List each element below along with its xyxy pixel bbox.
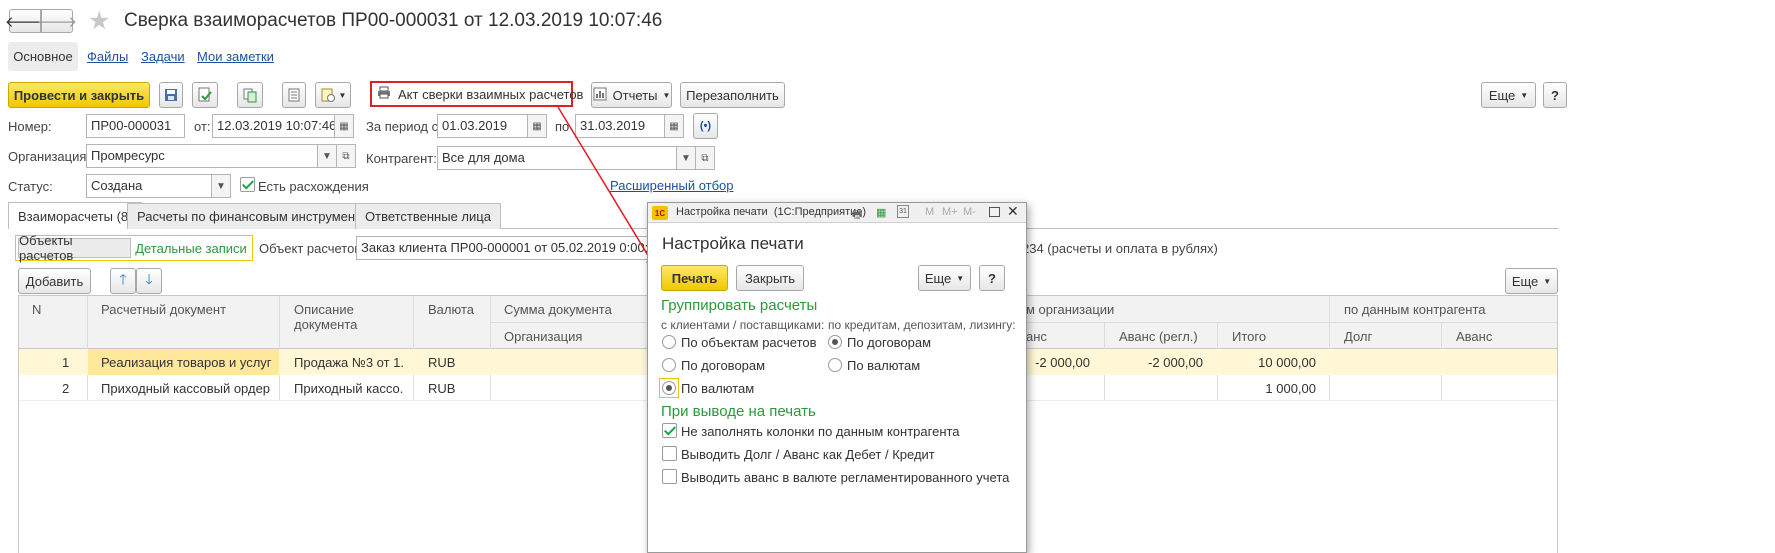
- dialog-more-button[interactable]: Еще ▼: [918, 265, 971, 291]
- group-heading: Группировать расчеты: [661, 297, 818, 314]
- radio-by-contracts-label: По договорам: [681, 358, 766, 373]
- radio-by-currencies[interactable]: [662, 381, 676, 395]
- radio-credits-by-currencies-label: По валютам: [847, 358, 921, 373]
- checkbox-advance-reg-currency-label: Выводить аванс в валюте регламентированн…: [681, 470, 1010, 485]
- app-logo-icon: 1С: [652, 206, 668, 220]
- print-heading: При выводе на печать: [661, 403, 816, 420]
- checkbox-debt-as-debit-label: Выводить Долг / Аванс как Дебет / Кредит: [681, 447, 935, 462]
- memory-plus-icon[interactable]: М+: [942, 206, 958, 218]
- print-settings-dialog: [647, 202, 1027, 553]
- dialog-window-title: Настройка печати (1С:Предприятие): [676, 206, 867, 218]
- radio-by-currencies-label: По валютам: [681, 381, 755, 396]
- maximize-icon[interactable]: [989, 207, 1000, 217]
- calendar-icon[interactable]: 31: [897, 205, 909, 218]
- dialog-help-button[interactable]: ?: [979, 265, 1005, 291]
- radio-by-objects-label: По объектам расчетов: [681, 335, 817, 350]
- credits-label: по кредитам, депозитам, лизингу:: [828, 318, 1016, 332]
- close-icon[interactable]: ✕: [1007, 203, 1019, 220]
- radio-credits-by-contracts-label: По договорам: [847, 335, 932, 350]
- table-icon[interactable]: ▦: [876, 206, 886, 219]
- clients-label: с клиентами / поставщиками:: [661, 318, 825, 332]
- radio-credits-by-contracts[interactable]: [828, 335, 842, 349]
- chevron-down-icon: ▼: [956, 273, 965, 283]
- radio-by-objects[interactable]: [662, 335, 676, 349]
- radio-credits-by-currencies[interactable]: [828, 358, 842, 372]
- radio-by-contracts[interactable]: [662, 358, 676, 372]
- more-label: Еще: [924, 270, 952, 286]
- close-button[interactable]: Закрыть: [736, 265, 804, 291]
- memory-minus-icon[interactable]: М-: [963, 206, 976, 218]
- print-button[interactable]: Печать: [661, 265, 728, 291]
- checkbox-debt-as-debit[interactable]: [662, 446, 677, 461]
- dialog-title: Настройка печати: [662, 234, 804, 253]
- checkbox-advance-reg-currency[interactable]: [662, 469, 677, 484]
- memory-icon[interactable]: М: [925, 206, 934, 218]
- checkbox-skip-partner-columns[interactable]: [662, 423, 677, 438]
- checkbox-skip-partner-columns-label: Не заполнять колонки по данным контраген…: [681, 424, 960, 439]
- print-icon[interactable]: 🖶: [852, 206, 862, 225]
